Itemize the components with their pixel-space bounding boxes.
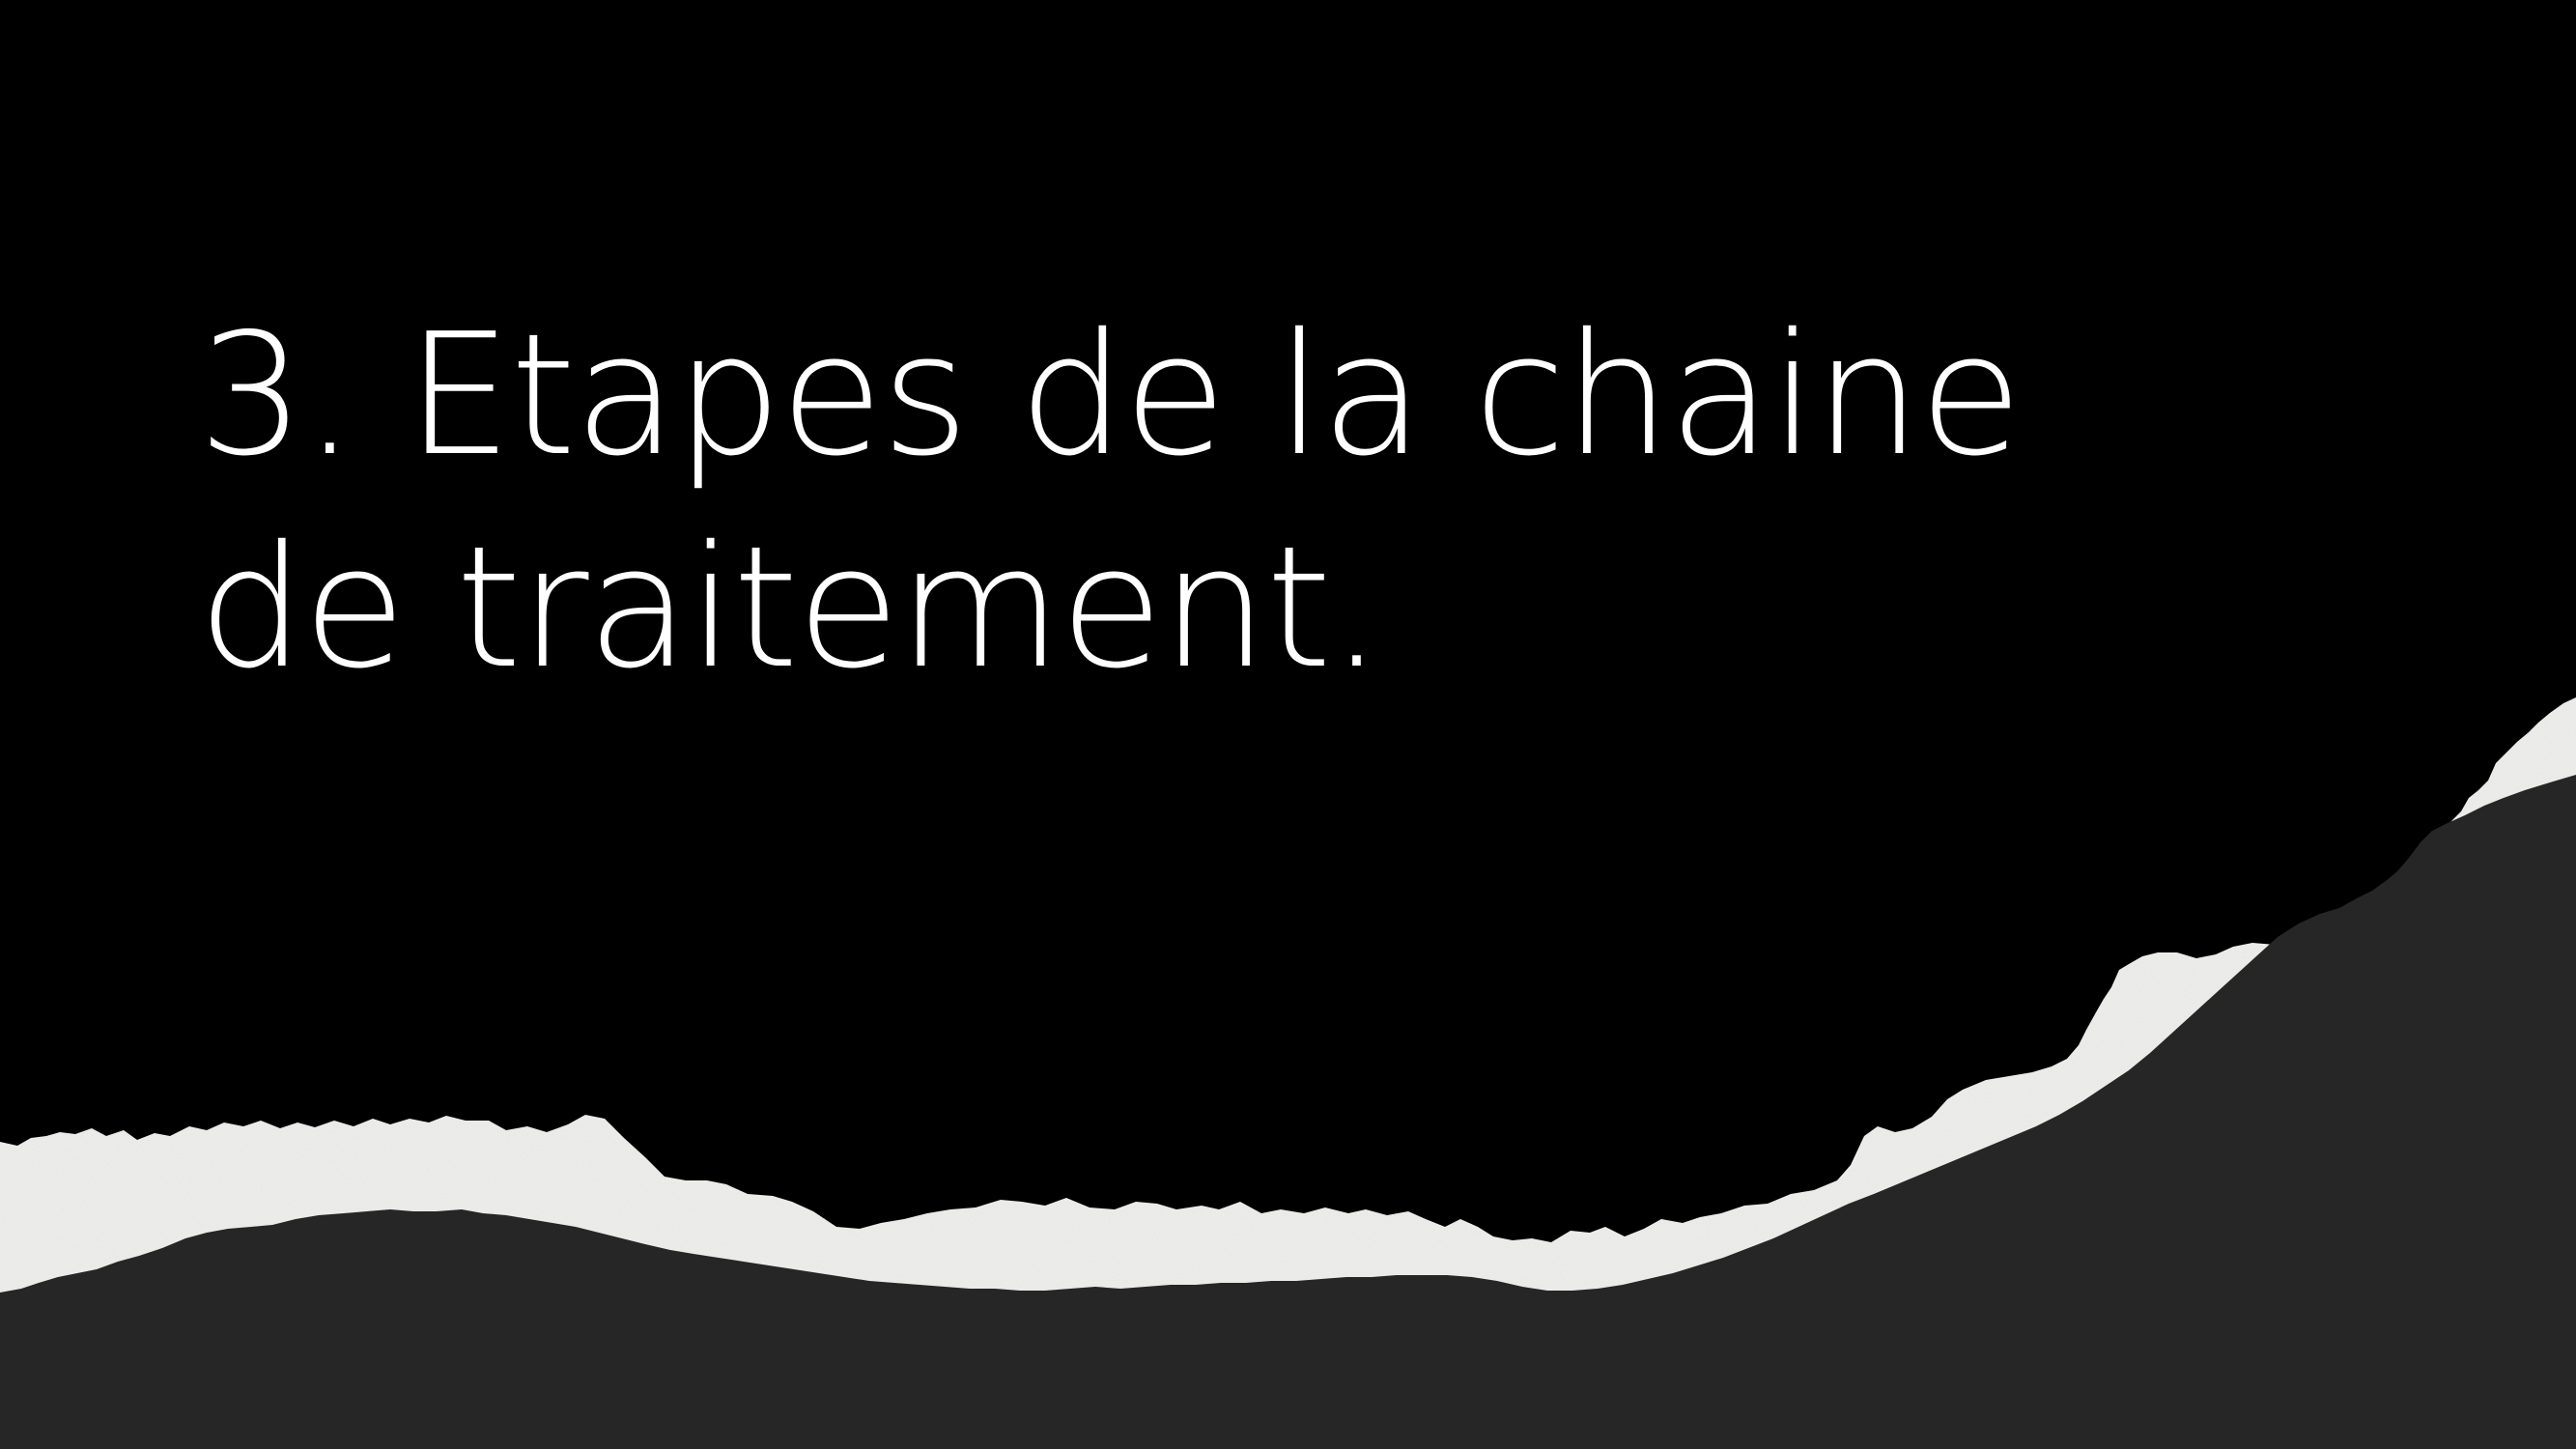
slide-title-line-1: 3. Etapes de la chaine xyxy=(198,298,2023,494)
slide: 3. Etapes de la chaine de traitement. xyxy=(0,0,2576,1449)
slide-title-line-2: de traitement. xyxy=(198,510,1383,706)
torn-paper-decoration xyxy=(0,697,2576,1449)
bottom-dark-band xyxy=(0,775,2576,1449)
slide-title: 3. Etapes de la chaine de traitement. xyxy=(198,290,2023,715)
